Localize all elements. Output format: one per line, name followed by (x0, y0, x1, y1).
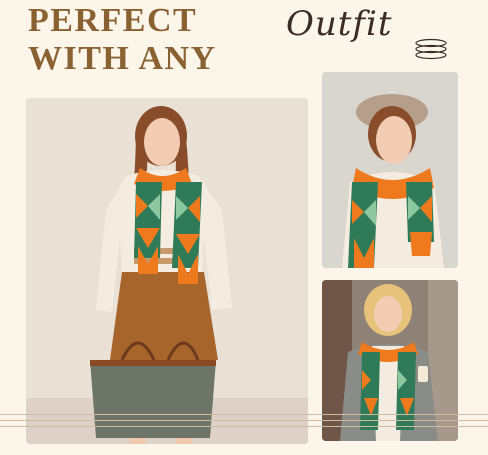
headline-line-2: WITH ANY (28, 40, 217, 77)
decorative-stripe (0, 414, 488, 415)
headline-line-1: PERFECT (28, 2, 198, 39)
street-coat-photo (322, 280, 458, 441)
beret-closeup-image (322, 72, 458, 268)
decorative-stripe (0, 426, 488, 427)
model-full-outfit-image (26, 98, 308, 444)
headline-script-word: Outfit (286, 4, 393, 44)
beret-closeup-photo (322, 72, 458, 268)
street-coat-image (322, 280, 458, 441)
decorative-stripe (0, 420, 488, 421)
coil-decoration-icon (415, 38, 447, 60)
main-model-photo (26, 98, 308, 444)
